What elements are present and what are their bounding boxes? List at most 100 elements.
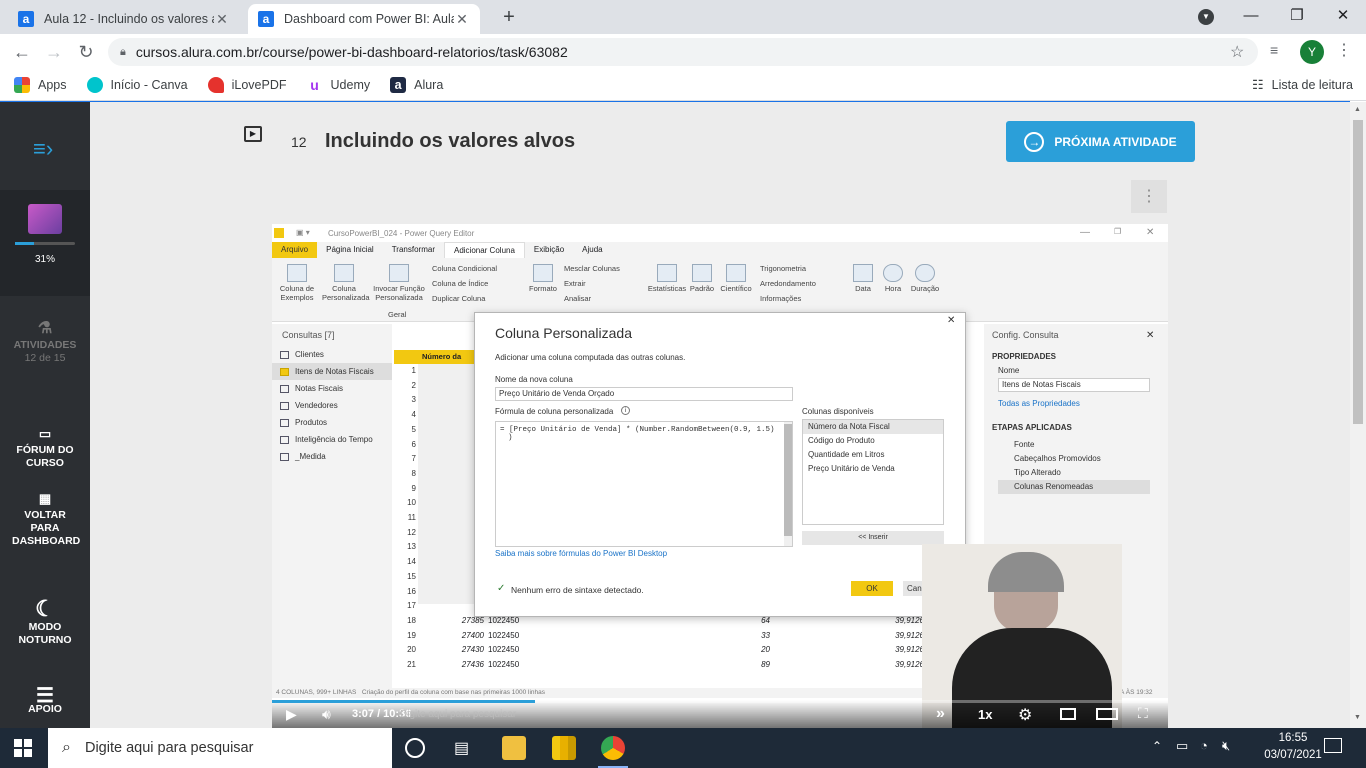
tray-chevron-icon[interactable]: ⌃	[1152, 739, 1162, 753]
task-view-icon[interactable]: ▤	[454, 738, 469, 758]
column-option: Número da Nota Fiscal	[803, 420, 943, 434]
volume-mute-icon[interactable]: 🔇︎	[1222, 738, 1230, 754]
reading-list-label: Lista de leitura	[1271, 78, 1353, 92]
video-progress-bar[interactable]	[272, 700, 1168, 703]
taskbar-search-input[interactable]: ⌕ Digite aqui para pesquisar	[48, 728, 392, 768]
support-nav[interactable]: ☰ APOIO	[0, 686, 90, 716]
info-icon: i	[621, 406, 630, 415]
ribbon-label: Científico	[720, 284, 752, 293]
menu-kebab-icon[interactable]: ⋮	[1336, 40, 1352, 60]
grid-cell: 39,9126	[895, 616, 924, 625]
browser-tab-dashboard[interactable]: a Dashboard com Power BI: Aula 2 ✕	[248, 4, 480, 34]
menu-expand-icon[interactable]: ≡›	[33, 136, 53, 162]
save-icon: ▣ ▾	[296, 228, 310, 237]
browser-tab-aula12[interactable]: a Aula 12 - Incluindo os valores alvo ✕	[8, 4, 240, 34]
clock-time[interactable]: 16:55	[1262, 732, 1324, 744]
ribbon-label: Arredondamento	[760, 279, 816, 288]
syntax-status: Nenhum erro de sintaxe detectado.	[511, 585, 644, 595]
ribbon-tab-ajuda: Ajuda	[582, 245, 603, 254]
video-player[interactable]: ▣ ▾ CursoPowerBI_024 - Power Query Edito…	[272, 224, 1168, 728]
row-number: 12	[407, 527, 416, 537]
page-scrollbar[interactable]: ▲ ▼	[1350, 102, 1366, 728]
grid-cell: 1022450	[488, 645, 520, 655]
night-mode-toggle[interactable]: ☾ MODO NOTURNO	[0, 598, 90, 647]
forward-icon[interactable]: →	[42, 40, 66, 64]
query-label: Notas Fiscais	[295, 384, 344, 393]
extrair-btn: Extrair	[564, 279, 586, 288]
tab-search-icon[interactable]: ▼	[1198, 9, 1214, 25]
skip-forward-icon[interactable]: »	[936, 705, 945, 723]
network-device-icon[interactable]: ▭	[1176, 738, 1188, 754]
step-item-selected: Colunas Renomeadas	[998, 480, 1150, 494]
all-properties-link: Todas as Propriedades	[998, 399, 1080, 408]
chrome-taskbar-icon[interactable]	[601, 736, 625, 760]
settings-gear-icon[interactable]: ⚙	[1018, 705, 1032, 725]
column-header: Número da	[394, 350, 484, 364]
padrao-btn: Padrão	[688, 264, 716, 293]
row-number: 5	[411, 424, 416, 434]
clock-date[interactable]: 03/07/2021	[1260, 749, 1326, 761]
close-tab-icon[interactable]: ✕	[214, 11, 230, 28]
cortana-icon[interactable]	[405, 738, 425, 758]
close-window-icon[interactable]: ✕	[1320, 4, 1366, 28]
bookmark-canva[interactable]: Início - Canva	[86, 77, 188, 93]
query-name-field: Itens de Notas Fiscais	[998, 378, 1150, 392]
grid-cell: 20	[761, 645, 770, 655]
course-progress-block[interactable]: 31%	[0, 190, 90, 296]
theater-mode-icon[interactable]	[1096, 708, 1118, 720]
picture-in-picture-icon[interactable]	[1060, 708, 1076, 720]
row-number: 10	[407, 498, 416, 508]
scrollbar-thumb[interactable]	[1353, 120, 1363, 424]
back-dashboard-nav[interactable]: ▦ VOLTAR PARA DASHBOARD	[0, 492, 90, 548]
profile-avatar[interactable]: Y	[1300, 40, 1324, 64]
playback-speed[interactable]: 1x	[978, 707, 992, 722]
fullscreen-icon[interactable]: ⛶	[1138, 705, 1148, 722]
activities-nav[interactable]: ⚗ ATIVIDADES 12 de 15	[0, 321, 90, 365]
grid-cell: 27385	[461, 616, 484, 625]
dialog-subtitle: Adicionar uma coluna computada das outra…	[495, 353, 686, 362]
informacoes-btn: Informações	[760, 294, 801, 303]
grid-cell: 39,9126	[895, 660, 924, 670]
wifi-icon[interactable]: ◔	[1200, 738, 1208, 753]
new-tab-icon[interactable]: +	[498, 6, 520, 28]
grid-cell: 39,9126	[895, 645, 924, 655]
inner-search-text: Digite aqui para pesquisar	[400, 709, 517, 720]
forum-nav[interactable]: ▭ FÓRUM DO CURSO	[0, 427, 90, 470]
queries-title: Consultas [7]	[282, 330, 335, 340]
bookmark-udemy[interactable]: u Udemy	[306, 77, 370, 93]
powerbi-taskbar-icon[interactable]	[552, 736, 576, 760]
bookmark-star-icon[interactable]: ☆	[1230, 42, 1244, 62]
data-btn: Data	[850, 264, 876, 293]
query-label: _Medida	[295, 452, 326, 461]
close-tab-icon[interactable]: ✕	[454, 11, 470, 28]
ribbon-group-geral: Geral	[388, 310, 407, 319]
volume-icon[interactable]: 🔊︎	[322, 706, 331, 723]
bookmark-alura[interactable]: a Alura	[390, 77, 443, 93]
bookmark-apps[interactable]: Apps	[14, 77, 67, 93]
reload-icon[interactable]: ↻	[74, 40, 98, 64]
ribbon-tab-arquivo: Arquivo	[272, 242, 318, 258]
row-number: 14	[407, 557, 416, 567]
notification-icon[interactable]	[1324, 738, 1342, 753]
reading-list[interactable]: ☷ Lista de leitura	[1252, 77, 1353, 93]
tab-title: Dashboard com Power BI: Aula 2	[284, 12, 454, 26]
file-explorer-icon[interactable]	[502, 736, 526, 760]
back-icon[interactable]: ←	[10, 40, 34, 64]
minimize-icon[interactable]: —	[1228, 4, 1274, 28]
search-icon: ⌕	[62, 739, 71, 756]
bookmark-ilovepdf[interactable]: iLovePDF	[207, 77, 287, 93]
video-controls: ▶ 🔊︎ 3:07 / 10:36 Digite aqui para pesqu…	[272, 700, 1168, 728]
play-icon[interactable]: ▶	[286, 706, 297, 723]
url-input[interactable]: 🔒︎ cursos.alura.com.br/course/power-bi-d…	[108, 38, 1258, 66]
row-number: 9	[411, 483, 416, 493]
scroll-down-icon[interactable]: ▼	[1354, 714, 1361, 721]
next-activity-button[interactable]: → PRÓXIMA ATIVIDADE	[1006, 121, 1195, 162]
maximize-icon[interactable]: ❐	[1274, 4, 1320, 28]
learn-more-link: Saiba mais sobre fórmulas do Power BI De…	[495, 549, 668, 558]
windows-start-icon[interactable]	[14, 739, 32, 757]
options-kebab-icon[interactable]: ⋮	[1131, 180, 1167, 213]
ribbon-label: Coluna de Índice	[432, 279, 489, 288]
scroll-up-icon[interactable]: ▲	[1354, 106, 1361, 113]
media-control-icon[interactable]: ≡	[1270, 42, 1278, 58]
ribbon-label: Coluna de Exemplos	[279, 284, 315, 302]
